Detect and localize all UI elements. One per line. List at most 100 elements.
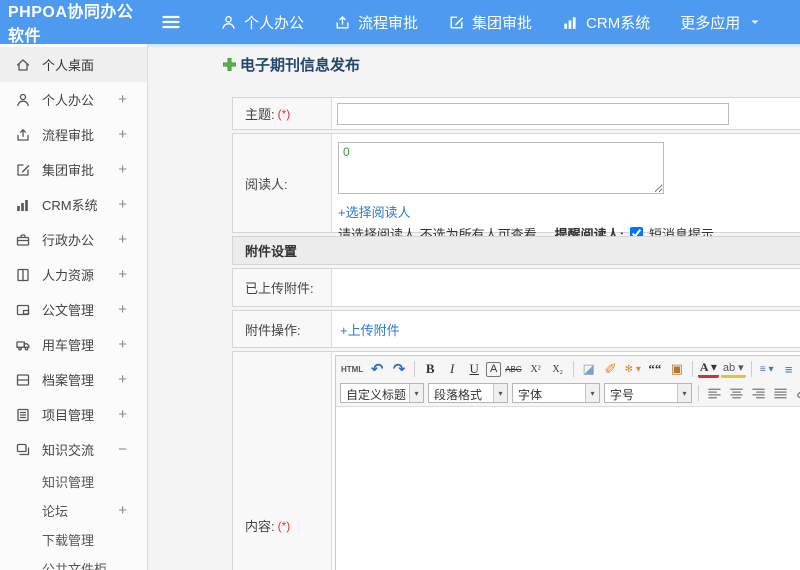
- sidebar-item[interactable]: 个人办公 +: [0, 82, 147, 117]
- content-label: 内容:: [245, 519, 275, 534]
- sidebar-item[interactable]: 个人桌面: [0, 47, 147, 82]
- sidebar-item-label: 公共文件柜: [42, 562, 108, 570]
- expander-icon[interactable]: −: [118, 441, 127, 458]
- toolbar-icon: [751, 386, 766, 401]
- chevron-down-icon[interactable]: ▾: [409, 384, 423, 402]
- expander-icon[interactable]: +: [118, 196, 127, 213]
- expander-icon[interactable]: +: [118, 336, 127, 353]
- caret-down-icon: [749, 16, 761, 28]
- toolbar-icon: [729, 386, 744, 401]
- nav-icon: [448, 14, 465, 31]
- attachment-op-field-cell: +上传附件: [332, 311, 800, 347]
- editor-toolbar-button[interactable]: I: [442, 359, 462, 379]
- sidebar-item[interactable]: 行政办公 +: [0, 222, 147, 257]
- top-nav-item[interactable]: 更多应用: [680, 12, 761, 33]
- expander-icon[interactable]: +: [118, 266, 127, 283]
- editor-select[interactable]: 字体 ▾: [512, 383, 600, 403]
- editor-toolbar-button[interactable]: ▣: [667, 359, 687, 379]
- top-nav-item[interactable]: 集团审批: [448, 12, 532, 33]
- expander-icon[interactable]: +: [118, 231, 127, 248]
- editor-toolbar-row1: HTML ↶ ↷ B I U A ABC X² X₂ ◪ ✐ ✻ ▾ ““ ▣ A ▾ ab ▾ ≡ ▾ ≡: [338, 357, 800, 381]
- required-mark: (*): [277, 106, 291, 121]
- content-label-cell: 内容: (*): [233, 352, 332, 570]
- expander-icon[interactable]: +: [118, 161, 127, 178]
- sidebar-item[interactable]: 公文管理 +: [0, 292, 147, 327]
- expander-icon[interactable]: +: [118, 301, 127, 318]
- top-nav-item[interactable]: CRM系统: [562, 12, 650, 33]
- editor-toolbar-button[interactable]: ✻ ▾: [623, 359, 643, 379]
- editor-select[interactable]: 自定义标题 ▾: [340, 383, 424, 403]
- chevron-down-icon[interactable]: ▾: [677, 384, 691, 402]
- nav-label: 流程审批: [358, 14, 419, 32]
- sidebar-item[interactable]: 公共文件柜: [0, 554, 147, 570]
- editor-toolbar-button[interactable]: X²: [526, 359, 546, 379]
- sidebar-item-label: 集团审批: [42, 163, 95, 178]
- editor-toolbar-button[interactable]: [750, 361, 752, 377]
- sidebar-item[interactable]: CRM系统 +: [0, 187, 147, 222]
- sidebar-item[interactable]: 知识交流 −: [0, 432, 147, 467]
- sidebar-item[interactable]: 流程审批 +: [0, 117, 147, 152]
- readers-textarea[interactable]: 0: [338, 142, 664, 194]
- upload-attachment-link[interactable]: +上传附件: [340, 320, 400, 339]
- subject-input[interactable]: [337, 103, 729, 125]
- editor-toolbar-icon-button[interactable]: [726, 383, 746, 403]
- uploaded-label: 已上传附件:: [245, 281, 314, 296]
- editor-toolbar-button[interactable]: B: [420, 359, 440, 379]
- editor-select[interactable]: 段落格式 ▾: [428, 383, 508, 403]
- sidebar-item-label: 用车管理: [42, 338, 95, 353]
- editor-toolbar-button[interactable]: X₂: [548, 359, 568, 379]
- sidebar-item-icon: [15, 57, 31, 73]
- chevron-down-icon[interactable]: ▾: [493, 384, 507, 402]
- editor-toolbar-button[interactable]: [691, 361, 693, 377]
- editor-toolbar-button[interactable]: ↷: [389, 359, 409, 379]
- sidebar-item[interactable]: 知识管理: [0, 467, 147, 496]
- sidebar-item[interactable]: 下载管理: [0, 525, 147, 554]
- editor-toolbar-button[interactable]: [572, 361, 574, 377]
- editor-toolbar-button[interactable]: A: [486, 361, 502, 377]
- editor-toolbar-icon-button[interactable]: [770, 383, 790, 403]
- readers-label-cell: 阅读人:: [233, 134, 332, 232]
- sidebar-item[interactable]: 档案管理 +: [0, 362, 147, 397]
- sidebar-item[interactable]: 用车管理 +: [0, 327, 147, 362]
- select-readers-link[interactable]: +选择阅读人: [338, 202, 411, 221]
- editor-toolbar-button[interactable]: [414, 361, 416, 377]
- expander-icon[interactable]: +: [118, 406, 127, 423]
- menu-toggle-button[interactable]: [148, 12, 194, 32]
- editor-toolbar-button[interactable]: U: [464, 359, 484, 379]
- editor-toolbar-button[interactable]: A ▾: [697, 360, 719, 378]
- expander-icon[interactable]: +: [118, 502, 127, 519]
- sidebar-item[interactable]: 集团审批 +: [0, 152, 147, 187]
- chevron-down-icon[interactable]: ▾: [585, 384, 599, 402]
- top-nav-item[interactable]: 个人办公: [220, 12, 304, 33]
- editor-content-area[interactable]: [336, 407, 800, 570]
- editor-toolbar-button[interactable]: HTML: [339, 359, 365, 379]
- sidebar-item-icon: [15, 92, 31, 108]
- sidebar-item-icon: [15, 162, 31, 178]
- sidebar-item-label: 知识管理: [42, 475, 95, 490]
- editor-toolbar-button[interactable]: ≡: [779, 359, 799, 379]
- uploaded-value-cell: [332, 269, 800, 306]
- editor-toolbar-button[interactable]: ✐: [601, 359, 621, 379]
- editor-toolbar-icon-button[interactable]: [704, 383, 724, 403]
- editor-toolbar-button[interactable]: ◪: [579, 359, 599, 379]
- editor-toolbar-icon-button[interactable]: [748, 383, 768, 403]
- sidebar-item[interactable]: 人力资源 +: [0, 257, 147, 292]
- sidebar-item[interactable]: 项目管理 +: [0, 397, 147, 432]
- sidebar-item[interactable]: 论坛 +: [0, 496, 147, 525]
- expander-icon[interactable]: +: [118, 126, 127, 143]
- sidebar-item-label: 档案管理: [42, 373, 95, 388]
- editor-toolbar-button[interactable]: ↶: [367, 359, 387, 379]
- editor-toolbar-button[interactable]: ≡ ▾: [757, 359, 777, 379]
- editor-select[interactable]: 字号 ▾: [604, 383, 692, 403]
- expander-icon[interactable]: +: [118, 371, 127, 388]
- editor-toolbar-button[interactable]: ABC: [503, 359, 523, 379]
- editor-toolbar-icon-button[interactable]: [792, 383, 800, 403]
- top-nav-item[interactable]: 流程审批: [334, 12, 418, 33]
- expander-icon[interactable]: +: [118, 91, 127, 108]
- readers-field-cell: 0 +选择阅读人 请选择阅读人,不选为所有人可查看 提醒阅读人: 短消息提示: [332, 134, 800, 242]
- sidebar-item-icon: [15, 442, 31, 458]
- sidebar-item-icon: [15, 267, 31, 283]
- rich-text-editor: HTML ↶ ↷ B I U A ABC X² X₂ ◪ ✐ ✻ ▾ ““ ▣ A ▾ ab ▾ ≡ ▾ ≡ 自定义…: [335, 355, 800, 570]
- editor-toolbar-button[interactable]: ““: [645, 359, 665, 379]
- editor-toolbar-button[interactable]: ab ▾: [720, 361, 746, 378]
